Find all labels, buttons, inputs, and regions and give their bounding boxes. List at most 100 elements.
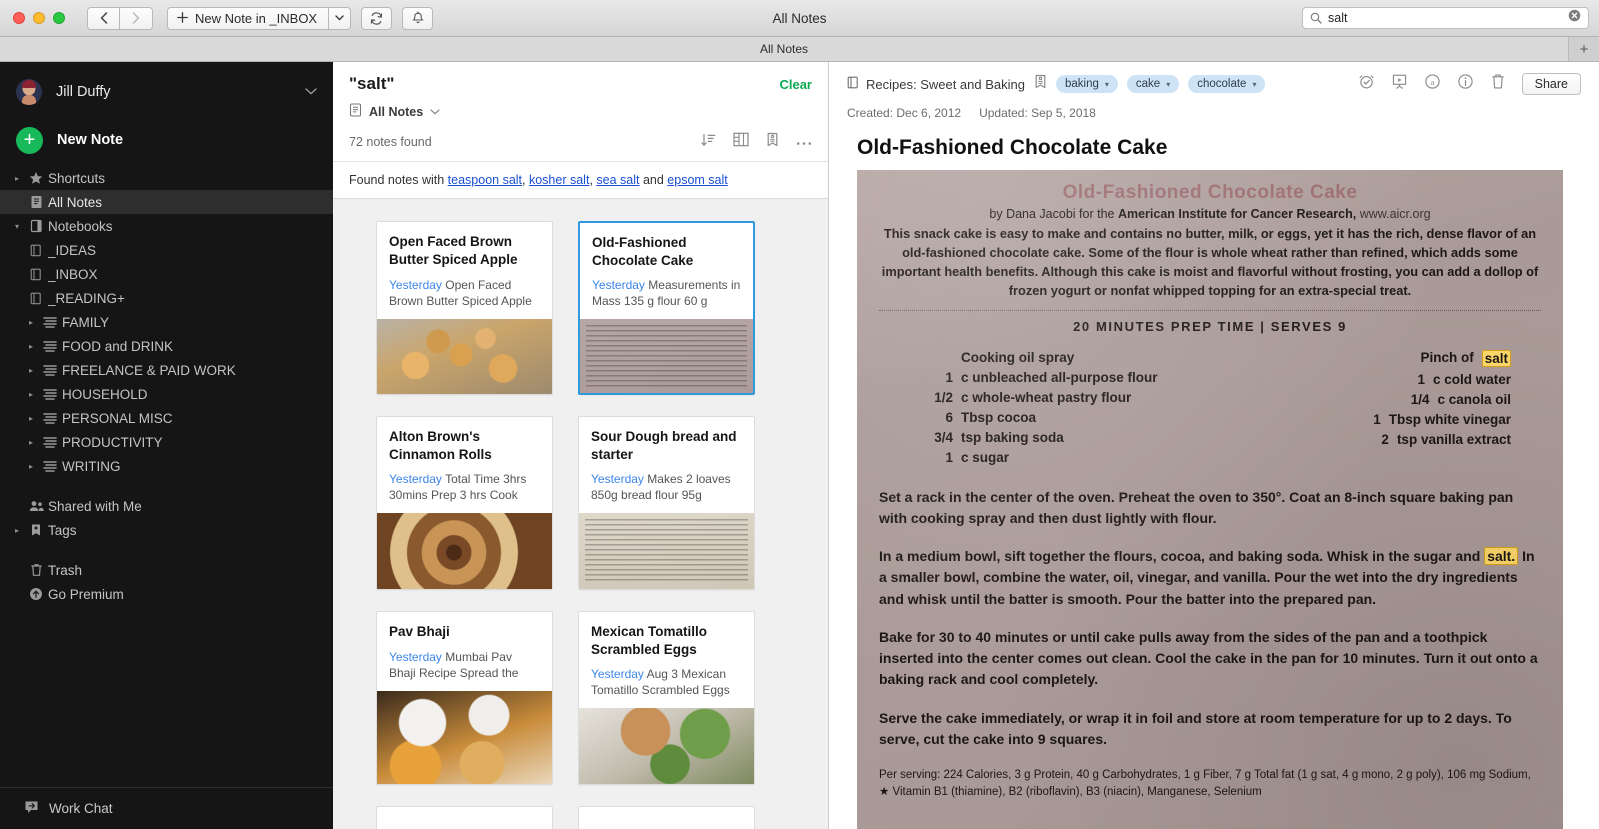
note-card[interactable]: Mexican Tomatillo Scrambled Eggs Yesterd… [578, 611, 755, 785]
reminder-icon[interactable] [1358, 73, 1375, 95]
disclosure-triangle-icon[interactable]: ▸ [24, 342, 38, 351]
sidebar-item-productivity[interactable]: ▸ PRODUCTIVITY [0, 430, 333, 454]
new-note-button[interactable]: + New Note [0, 114, 333, 166]
suggest-link-sea-salt[interactable]: sea salt [596, 173, 639, 187]
search-highlight: salt [1481, 349, 1511, 367]
sidebar-item-food-and-drink[interactable]: ▸ FOOD and DRINK [0, 334, 333, 358]
back-button[interactable] [87, 6, 120, 30]
note-card[interactable]: Sour Dough bread and starter Yesterday M… [578, 416, 755, 590]
tag-icon[interactable] [1034, 74, 1047, 94]
note-title[interactable]: Old-Fashioned Chocolate Cake [829, 120, 1599, 170]
sync-button[interactable] [361, 6, 393, 30]
note-list-header: "salt" Clear All Notes 72 notes found [333, 62, 828, 161]
ingredient-amount: 1/2 [934, 389, 953, 405]
note-card[interactable]: Open Faced Brown Butter Spiced Apple Pie… [376, 221, 553, 395]
note-body[interactable]: Old-Fashioned Chocolate Cake by Dana Jac… [829, 170, 1599, 829]
ingredient-amount: 6 [945, 409, 953, 425]
view-cards-icon[interactable] [733, 132, 749, 152]
sidebar-item-personal-misc[interactable]: ▸ PERSONAL MISC [0, 406, 333, 430]
tag-pill-cake[interactable]: cake ▾ [1126, 75, 1180, 93]
sidebar-item-shortcuts[interactable]: ▸ Shortcuts [0, 166, 333, 190]
clear-search-button[interactable]: Clear [779, 77, 812, 92]
disclosure-triangle-icon[interactable]: ▸ [24, 318, 38, 327]
minimize-window-button[interactable] [33, 12, 45, 24]
note-card[interactable]: Pav Bhaji Yesterday Mumbai Pav Bhaji Rec… [376, 611, 553, 785]
sidebar-item-all-notes[interactable]: All Notes [0, 190, 333, 214]
chevron-down-icon[interactable]: ▾ [1105, 80, 1109, 89]
sidebar-scroll: Jill Duffy + New Note ▸ Shortcuts All No… [0, 62, 333, 787]
tag-pill-chocolate[interactable]: chocolate ▾ [1188, 75, 1266, 93]
sidebar-item-label: HOUSEHOLD [62, 386, 148, 402]
chevron-down-icon[interactable] [430, 107, 440, 117]
disclosure-triangle-icon[interactable]: ▸ [10, 526, 24, 535]
note-card-thumbnail [579, 708, 754, 784]
note-notebook-selector[interactable]: Recipes: Sweet and Baking [847, 76, 1025, 92]
sidebar-item-label: PERSONAL MISC [62, 410, 173, 426]
more-icon[interactable] [796, 133, 812, 151]
search-scope-selector[interactable]: All Notes [349, 103, 812, 120]
search-input[interactable] [1328, 11, 1562, 25]
maximize-window-button[interactable] [53, 12, 65, 24]
chevron-down-icon[interactable]: ▾ [1252, 80, 1256, 89]
note-card-thumbnail [377, 690, 552, 784]
share-button[interactable]: Share [1521, 73, 1581, 95]
chevron-down-icon[interactable]: ▾ [1166, 80, 1170, 89]
sidebar-item-writing[interactable]: ▸ WRITING [0, 454, 333, 478]
sidebar-item-reading[interactable]: _READING+ [0, 286, 333, 310]
sidebar-item-inbox[interactable]: _INBOX [0, 262, 333, 286]
byline-pre: by Dana Jacobi for the [989, 207, 1118, 221]
notifications-button[interactable] [402, 6, 434, 30]
note-created-date: Created: Dec 6, 2012 [847, 106, 962, 120]
chevron-down-icon[interactable] [305, 87, 317, 98]
tab-all-notes[interactable]: All Notes [0, 37, 1569, 61]
tag-pill-baking[interactable]: baking ▾ [1055, 75, 1118, 93]
sidebar-item-label: PRODUCTIVITY [62, 434, 163, 450]
disclosure-triangle-icon[interactable]: ▸ [24, 414, 38, 423]
stack-icon [38, 316, 62, 328]
note-card[interactable] [376, 806, 553, 829]
trash-icon[interactable] [1490, 73, 1506, 95]
clear-circle-icon[interactable] [1568, 9, 1581, 27]
presentation-icon[interactable] [1391, 73, 1408, 95]
work-chat-button[interactable]: Work Chat [0, 787, 333, 829]
disclosure-triangle-icon[interactable]: ▸ [24, 366, 38, 375]
sidebar-item-ideas[interactable]: _IDEAS [0, 238, 333, 262]
disclosure-triangle-icon[interactable]: ▸ [10, 174, 24, 183]
account-row[interactable]: Jill Duffy [0, 70, 333, 114]
disclosure-triangle-icon[interactable]: ▸ [24, 438, 38, 447]
note-card[interactable] [578, 806, 755, 829]
sidebar-item-household[interactable]: ▸ HOUSEHOLD [0, 382, 333, 406]
disclosure-triangle-icon[interactable]: ▸ [24, 390, 38, 399]
sidebar-item-family[interactable]: ▸ FAMILY [0, 310, 333, 334]
sort-icon[interactable] [701, 133, 716, 152]
notebook-icon [24, 244, 48, 257]
new-note-dropdown-button[interactable] [329, 6, 352, 30]
annotate-icon[interactable]: a [1424, 73, 1441, 95]
note-card[interactable]: Alton Brown's Cinnamon Rolls Yesterday T… [376, 416, 553, 590]
sidebar-item-go-premium[interactable]: Go Premium [0, 582, 333, 606]
disclosure-triangle-icon[interactable]: ▸ [24, 462, 38, 471]
close-window-button[interactable] [13, 12, 25, 24]
sidebar-item-notebooks[interactable]: ▾ Notebooks [0, 214, 333, 238]
sidebar-item-shared-with-me[interactable]: Shared with Me [0, 494, 333, 518]
ingredient-amount: 2 [1381, 431, 1389, 447]
sidebar-item-label: FOOD and DRINK [62, 338, 174, 354]
ingredient-amount: 1/4 [1410, 391, 1430, 407]
ingredient: 6 Tbsp cocoa [925, 410, 1158, 425]
info-icon[interactable] [1457, 73, 1474, 95]
scan-intro: This snack cake is easy to make and cont… [881, 225, 1539, 299]
forward-button[interactable] [120, 6, 153, 30]
tag-icon[interactable] [766, 132, 779, 152]
disclosure-triangle-icon[interactable]: ▾ [10, 222, 24, 231]
note-card[interactable]: Old-Fashioned Chocolate Cake Yesterday M… [578, 221, 755, 395]
sidebar-item-trash[interactable]: Trash [0, 558, 333, 582]
suggest-link-kosher-salt[interactable]: kosher salt [529, 173, 589, 187]
new-tab-button[interactable]: + [1569, 37, 1599, 61]
search-box[interactable] [1302, 7, 1589, 29]
suggest-link-teaspoon-salt[interactable]: teaspoon salt [448, 173, 522, 187]
sidebar-item-freelance-paid-work[interactable]: ▸ FREELANCE & PAID WORK [0, 358, 333, 382]
new-note-in-notebook-button[interactable]: New Note in _INBOX [167, 6, 330, 30]
sidebar-item-tags[interactable]: ▸ Tags [0, 518, 333, 542]
suggest-link-epsom-salt[interactable]: epsom salt [667, 173, 727, 187]
